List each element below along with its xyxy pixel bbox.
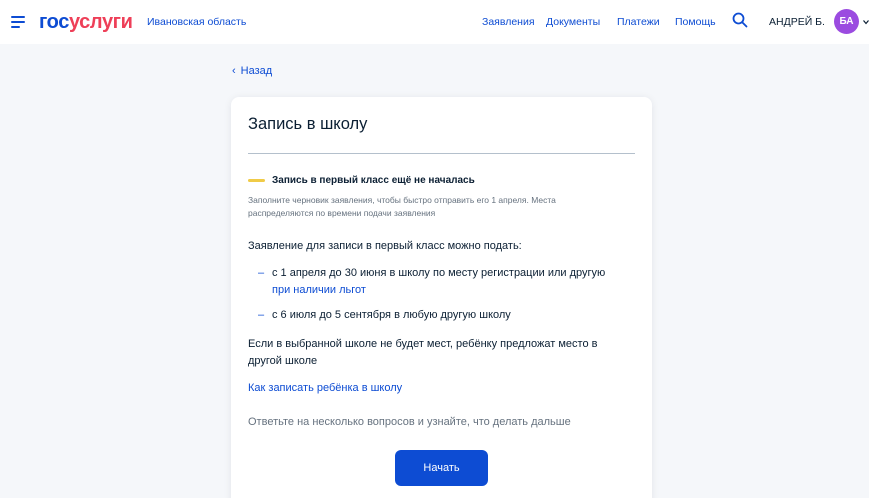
- intro-text: Заявление для записи в первый класс можн…: [248, 240, 522, 252]
- nav-item-documents[interactable]: Документы: [546, 16, 600, 28]
- list-item-text: с 1 апреля до 30 июня в школу по месту р…: [272, 267, 606, 279]
- nav-item-applications[interactable]: Заявления: [482, 16, 535, 28]
- school-enrollment-card: Запись в школу Запись в первый класс ещё…: [231, 97, 652, 498]
- back-link[interactable]: ‹ Назад: [232, 65, 272, 77]
- nav-item-payments[interactable]: Платежи: [617, 16, 660, 28]
- status-indicator: [248, 178, 265, 182]
- benefits-link[interactable]: при наличии льгот: [272, 284, 366, 296]
- nav-item-help[interactable]: Помощь: [675, 16, 716, 28]
- bullet-dash: –: [258, 267, 265, 279]
- chevron-down-icon[interactable]: [863, 19, 869, 25]
- user-name[interactable]: АНДРЕЙ Б.: [769, 16, 825, 28]
- questions-hint: Ответьте на несколько вопросов и узнайте…: [248, 416, 571, 428]
- no-places-note: Если в выбранной школе не будет мест, ре…: [248, 338, 598, 367]
- status-description: Заполните черновик заявления, чтобы быст…: [248, 195, 556, 218]
- back-label: Назад: [240, 65, 273, 77]
- status-text: Запись в первый класс ещё не началась: [272, 174, 475, 186]
- how-to-enroll-link[interactable]: Как записать ребёнка в школу: [248, 382, 402, 394]
- list-item-text: с 6 июля до 5 сентября в любую другую шк…: [272, 309, 511, 321]
- title-divider: [248, 153, 635, 154]
- search-icon[interactable]: [732, 12, 748, 28]
- chevron-left-icon: ‹: [232, 65, 236, 77]
- page-title: Запись в школу: [248, 115, 368, 133]
- page: госуслуги Ивановская область Заявления Д…: [0, 0, 869, 498]
- top-header: госуслуги Ивановская область Заявления Д…: [0, 0, 869, 44]
- avatar[interactable]: БА: [834, 9, 859, 34]
- status-banner: Запись в первый класс ещё не началась: [248, 173, 475, 187]
- bullet-dash: –: [258, 309, 265, 321]
- avatar-initials: БА: [839, 16, 854, 27]
- start-button[interactable]: Начать: [395, 450, 488, 486]
